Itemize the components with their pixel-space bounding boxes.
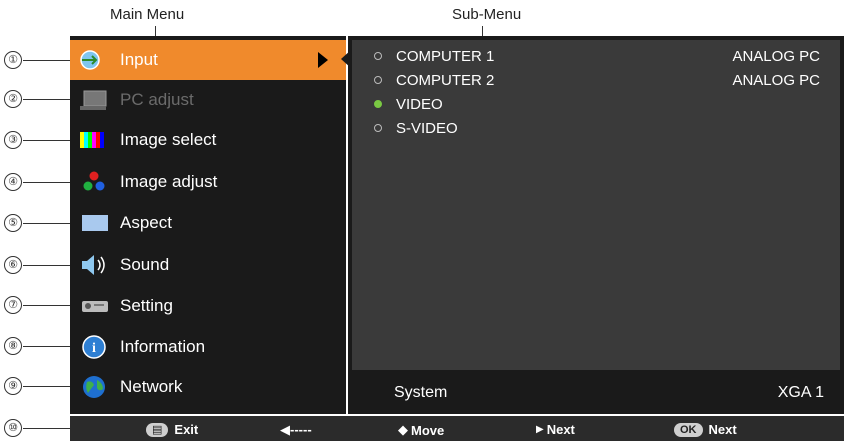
radio-bullet-icon [374,76,382,84]
callout-7: ⑦ [4,296,77,316]
menu-item-pc-adjust[interactable]: PC adjust [70,80,346,120]
main-menu-pointer-line [155,26,156,36]
callout-2: ② [4,90,77,110]
menu-key-icon: ▤ [146,422,169,437]
sub-item-s-video[interactable]: S-VIDEO [366,118,836,140]
menu-item-label: Network [120,377,183,396]
guide-next: ▶ Next [536,422,575,437]
main-menu: Input PC adjust Image select Image adjus… [70,36,346,414]
callout-6: ⑥ [4,256,77,276]
sub-item-computer-2[interactable]: COMPUTER 2 ANALOG PC [366,70,836,92]
menu-item-network[interactable]: Network [70,367,346,407]
callout-1: ① [4,51,77,71]
guide-bar: ▤ Exit ◀----- ◆ Move ▶ Next OK Next [70,416,844,441]
menu-item-label: Input [120,50,158,69]
sub-item-video[interactable]: VIDEO [366,94,836,116]
sub-menu: COMPUTER 1 ANALOG PC COMPUTER 2 ANALOG P… [348,36,844,414]
callout-9: ⑨ [4,377,77,397]
system-status: System XGA 1 [352,374,840,410]
system-value: XGA 1 [777,384,824,401]
image-adjust-icon [74,169,114,195]
menu-item-aspect[interactable]: Aspect [70,203,346,243]
guide-move: ◆ Move [398,422,445,438]
image-select-icon [74,127,114,153]
sub-item-computer-1[interactable]: COMPUTER 1 ANALOG PC [366,46,836,68]
radio-bullet-active-icon [374,100,382,108]
guide-ok-next: OK Next [674,422,737,437]
menu-item-label: Aspect [120,213,172,232]
up-down-icon: ◆ [398,422,408,437]
radio-bullet-icon [374,124,382,132]
submenu-arrow-icon [318,52,328,68]
callout-3: ③ [4,131,77,151]
network-icon [74,374,114,400]
menu-item-label: Image adjust [120,172,218,191]
callout-4: ④ [4,173,77,193]
sound-icon [74,252,114,278]
menu-item-setting[interactable]: Setting [70,286,346,326]
guide-back: ◀----- [280,422,312,437]
menu-item-information[interactable]: i Information [70,327,346,367]
right-arrow-icon: ▶ [536,424,544,435]
sub-menu-panel: COMPUTER 1 ANALOG PC COMPUTER 2 ANALOG P… [352,40,840,370]
setting-icon [74,293,114,319]
guide-exit: ▤ Exit [146,422,198,437]
callout-5: ⑤ [4,214,77,234]
ok-key-icon: OK [674,422,703,437]
menu-item-label: Sound [120,255,170,274]
aspect-icon [74,210,114,236]
menu-item-label: Image select [120,130,217,149]
menu-item-image-select[interactable]: Image select [70,120,346,160]
radio-bullet-icon [374,52,382,60]
menu-item-input[interactable]: Input [70,40,346,80]
menu-item-label: Information [120,337,206,356]
menu-item-label: PC adjust [120,90,194,109]
callout-10: ⑩ [4,419,77,439]
menu-item-label: Setting [120,296,173,315]
sub-menu-label: Sub-Menu [452,6,522,23]
input-icon [74,47,114,73]
pc-adjust-icon [74,87,114,113]
svg-text:i: i [92,341,96,356]
menu-item-sound[interactable]: Sound [70,245,346,285]
information-icon: i [74,334,114,360]
system-label: System [394,384,448,401]
callout-8: ⑧ [4,337,77,357]
menu-item-image-adjust[interactable]: Image adjust [70,162,346,202]
main-menu-label: Main Menu [110,6,185,23]
